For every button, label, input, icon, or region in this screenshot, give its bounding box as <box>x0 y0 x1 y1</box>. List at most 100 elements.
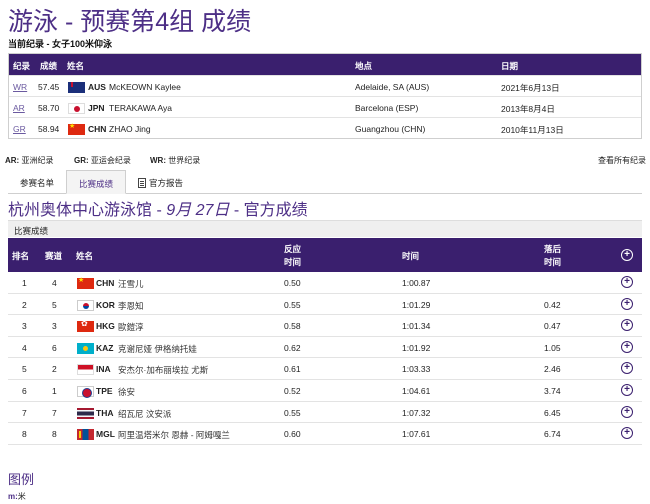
result-athlete-name[interactable]: 绍瓦尼 汶安派 <box>118 408 171 420</box>
result-athlete-name[interactable]: 安杰尔·加布丽埃拉 尤斯 <box>118 364 208 376</box>
expand-row-icon[interactable]: + <box>621 297 633 310</box>
venue-heading: 杭州奥体中心游泳馆 - 9月 27日 - 官方成绩 <box>8 202 308 219</box>
result-lane: 2 <box>52 364 57 375</box>
result-behind: 6.45 <box>544 407 561 418</box>
result-athlete-name[interactable]: 汪雪儿 <box>118 278 144 290</box>
hkg-flag-icon <box>77 319 94 333</box>
result-athlete-name[interactable]: 克谢尼娅 伊格纳托娃 <box>118 343 197 355</box>
record-type-link[interactable]: AR <box>13 103 25 113</box>
result-time: 1:03.33 <box>402 364 431 375</box>
record-legend-ar: AR: 亚洲纪录 <box>5 156 54 165</box>
result-rank: 3 <box>22 321 27 332</box>
record-noc: CHN <box>88 124 107 134</box>
record-place: Adelaide, SA (AUS) <box>355 82 430 92</box>
record-score: 58.94 <box>38 124 60 134</box>
record-type-link[interactable]: GR <box>13 124 26 134</box>
result-row[interactable]: 3 3 HKG歐鎧淳 0.58 1:01.34 0.47 + <box>8 315 642 337</box>
chn-flag-icon <box>68 122 85 135</box>
current-records-subtitle: 当前纪录 - 女子100米仰泳 <box>8 39 113 49</box>
record-type-link[interactable]: WR <box>13 82 27 92</box>
result-reaction-time: 0.52 <box>284 385 301 396</box>
record-date: 2013年8月4日 <box>501 104 555 114</box>
page-title: 游泳 - 预赛第4组 成绩 <box>8 8 252 36</box>
result-behind: 0.42 <box>544 299 561 310</box>
record-holder-name: ZHAO Jing <box>109 124 151 134</box>
jpn-flag-icon <box>68 103 85 114</box>
result-reaction-time: 0.58 <box>284 321 301 332</box>
expand-row-icon[interactable]: + <box>621 340 633 353</box>
result-behind: 2.46 <box>544 364 561 375</box>
expand-row-icon[interactable]: + <box>621 405 633 418</box>
records-header: 纪录 成绩 姓名 地点 日期 <box>9 54 641 75</box>
reaction-col-header-1: 反应 <box>284 244 302 254</box>
tab-official-report[interactable]: 官方报告 <box>138 170 183 194</box>
record-score: 58.70 <box>38 103 60 113</box>
result-athlete-name[interactable]: 徐安 <box>118 386 135 398</box>
result-time: 1:01.29 <box>402 299 431 310</box>
record-row: GR 58.94 CHNZHAO Jing Guangzhou (CHN) 2010年1… <box>9 117 641 138</box>
records-table: 纪录 成绩 姓名 地点 日期 WR 57.45 AUS McKEOWN Kaylee A… <box>8 53 642 139</box>
name-col-header: 姓名 <box>76 251 94 261</box>
expand-row-icon[interactable]: + <box>621 383 633 396</box>
score-col-header: 成绩 <box>40 61 58 71</box>
record-date: 2021年6月13日 <box>501 83 560 93</box>
result-reaction-time: 0.61 <box>284 364 301 375</box>
result-reaction-time: 0.55 <box>284 407 301 418</box>
name-col-header: 姓名 <box>67 61 85 71</box>
reaction-col-header-2: 时间 <box>284 257 302 267</box>
tpe-flag-icon <box>77 385 94 398</box>
result-lane: 1 <box>52 385 57 396</box>
result-row[interactable]: 6 1 TPE 徐安 0.52 1:04.61 3.74 + <box>8 380 642 402</box>
expand-row-icon[interactable]: + <box>621 427 633 440</box>
tab-results[interactable]: 比赛成绩 <box>66 170 127 194</box>
result-row[interactable]: 8 8 MGL 阿里温塔米尔 恩赫 - 阿姆嘎兰 0.60 1:07.61 6.74 + <box>8 423 642 445</box>
record-score: 57.45 <box>38 82 60 92</box>
result-noc: MGL <box>96 429 115 440</box>
record-noc: JPN <box>88 103 105 113</box>
result-row[interactable]: 4 6 KAZ 克谢尼娅 伊格纳托娃 0.62 1:01.92 1.05 + <box>8 337 642 359</box>
result-rank: 7 <box>22 407 27 418</box>
result-noc: HKG <box>96 321 115 332</box>
result-time: 1:01.34 <box>402 321 431 332</box>
ina-flag-icon <box>77 364 94 376</box>
result-noc: THA <box>96 407 114 418</box>
result-rank: 5 <box>22 364 27 375</box>
result-behind: 3.74 <box>544 385 561 396</box>
result-rank: 1 <box>22 278 27 288</box>
kaz-flag-icon <box>77 342 94 354</box>
tab-entry-list[interactable]: 参赛名单 <box>20 170 54 194</box>
result-row[interactable]: 1 4 CHN汪雪儿 0.50 1:00.87 + <box>8 272 642 294</box>
result-rank: 8 <box>22 429 27 440</box>
kor-flag-icon <box>77 299 94 311</box>
expand-all-icon[interactable]: + <box>621 249 633 261</box>
result-row[interactable]: 2 5 KOR 李恩知 0.55 1:01.29 0.42 + <box>8 294 642 316</box>
result-behind: 1.05 <box>544 342 561 353</box>
result-noc: INA <box>96 364 111 375</box>
record-row: AR 58.70 JPN TERAKAWA Aya Barcelona (ESP) 201… <box>9 96 641 117</box>
result-athlete-name[interactable]: 李恩知 <box>118 300 144 312</box>
result-rank: 2 <box>22 299 27 310</box>
place-col-header: 地点 <box>355 61 373 71</box>
record-holder-name: McKEOWN Kaylee <box>109 82 181 92</box>
tha-flag-icon <box>77 407 94 419</box>
legend-item-meter: m:米 <box>8 492 26 501</box>
result-row[interactable]: 5 2 INA 安杰尔·加布丽埃拉 尤斯 0.61 1:03.33 2.46 + <box>8 358 642 380</box>
result-row[interactable]: 7 7 THA 绍瓦尼 汶安派 0.55 1:07.32 6.45 + <box>8 402 642 424</box>
record-legend-gr: GR: 亚运会纪录 <box>74 156 131 165</box>
result-reaction-time: 0.62 <box>284 342 301 353</box>
view-all-records-link[interactable]: 查看所有纪录 <box>598 155 646 166</box>
result-lane: 8 <box>52 429 57 440</box>
result-athlete-name[interactable]: 歐鎧淳 <box>118 321 144 333</box>
expand-row-icon[interactable]: + <box>621 362 633 375</box>
result-lane: 5 <box>52 299 57 310</box>
result-athlete-name[interactable]: 阿里温塔米尔 恩赫 - 阿姆嘎兰 <box>118 429 230 441</box>
result-noc: TPE <box>96 385 113 396</box>
expand-row-icon[interactable]: + <box>621 276 633 288</box>
legend-title: 图例 <box>8 472 35 487</box>
expand-row-icon[interactable]: + <box>621 319 633 332</box>
chn-flag-icon <box>77 276 94 289</box>
result-time: 1:07.32 <box>402 407 431 418</box>
result-behind: 6.74 <box>544 429 561 440</box>
record-legend-wr: WR: 世界纪录 <box>150 156 201 165</box>
section-label: 比赛成绩 <box>8 220 642 237</box>
